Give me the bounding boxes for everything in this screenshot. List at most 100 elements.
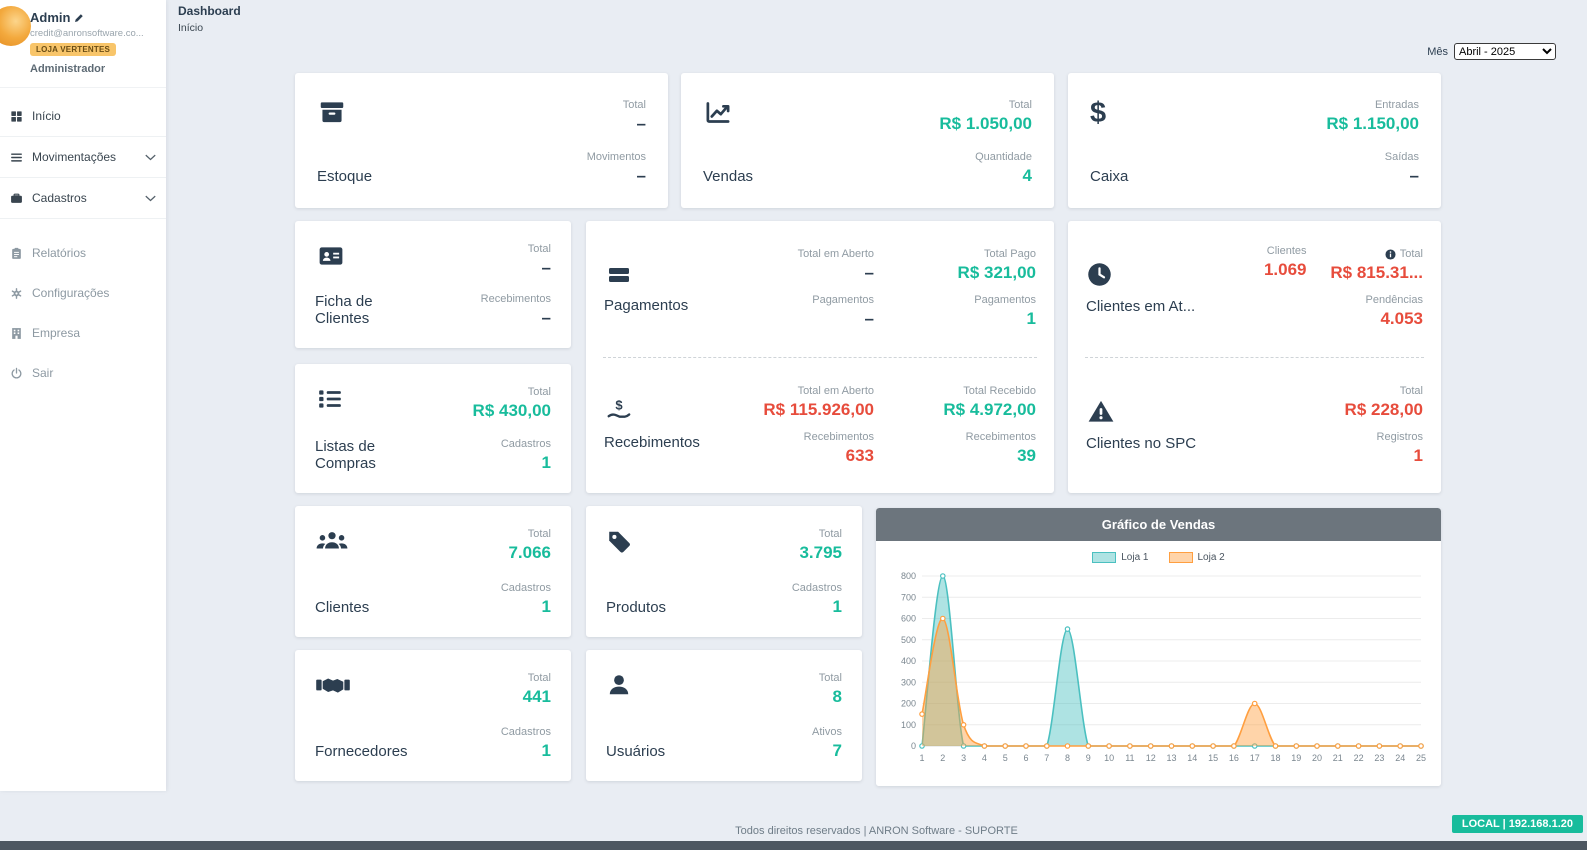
legend-item-loja2[interactable]: Loja 2 [1169, 552, 1225, 563]
stat-label-text: Total [1400, 248, 1423, 260]
stat-label: Total Pago [888, 248, 1036, 260]
clientes-atraso-section: Clientes em At... Clientes 1.069 Total R… [1068, 221, 1441, 357]
stat-label: Total [481, 243, 551, 255]
svg-text:25: 25 [1416, 753, 1426, 763]
edit-profile-icon[interactable] [74, 13, 84, 23]
footer-copyright: Todos direitos reservados | ANRON Softwa… [166, 825, 1587, 837]
stat-label: Total em Aberto [726, 385, 874, 397]
card-caixa: $ Caixa Entradas R$ 1.150,00 Saídas – [1068, 73, 1441, 208]
stat-value: 3.795 [792, 543, 842, 563]
stat-value: R$ 1.050,00 [939, 114, 1032, 134]
stat-value: 7 [812, 741, 842, 761]
month-picker: Mês Abril - 2025 [1427, 43, 1556, 60]
sidebar-item-movimentacoes[interactable]: Movimentações [0, 137, 166, 177]
page-title: Dashboard [178, 4, 241, 18]
user-email: credit@anronsoftware.co... [30, 28, 160, 39]
card-usuarios: Usuários Total 8 Ativos 7 [586, 650, 862, 781]
svg-text:2: 2 [940, 753, 945, 763]
card-pagamentos-recebimentos: Pagamentos Total em Aberto – Pagamentos … [586, 221, 1054, 493]
sidebar-item-label: Empresa [32, 326, 80, 340]
sidebar-item-label: Relatórios [32, 246, 86, 260]
stat-value: 441 [501, 687, 551, 707]
legend-item-loja1[interactable]: Loja 1 [1092, 552, 1148, 563]
chart-title: Gráfico de Vendas [876, 508, 1441, 541]
pagamentos-section: Pagamentos Total em Aberto – Pagamentos … [586, 221, 1054, 357]
stat-label: Total [501, 528, 551, 540]
user-name: Admin [30, 10, 70, 25]
card-title: Vendas [703, 169, 753, 186]
stat-value: R$ 1.150,00 [1326, 114, 1419, 134]
stat-label: Recebimentos [888, 431, 1036, 443]
sidebar-item-cadastros[interactable]: Cadastros [0, 177, 166, 218]
page-header: Dashboard Início [178, 4, 241, 34]
bottom-bar [0, 841, 1587, 850]
stat-label: Cadastros [473, 438, 551, 450]
building-icon [10, 327, 23, 340]
stat-label: Cadastros [501, 582, 551, 594]
stat-value: R$ 815.31... [1321, 263, 1424, 283]
svg-text:300: 300 [901, 677, 916, 687]
avatar [0, 6, 31, 46]
sidebar-item-configuracoes[interactable]: Configurações [0, 273, 166, 313]
svg-text:12: 12 [1146, 753, 1156, 763]
month-select[interactable]: Abril - 2025 [1454, 43, 1556, 60]
svg-text:5: 5 [1003, 753, 1008, 763]
chevron-down-icon [145, 191, 156, 205]
stat-value: – [726, 263, 874, 283]
stat-label: Recebimentos [726, 431, 874, 443]
card-produtos: Produtos Total 3.795 Cadastros 1 [586, 506, 862, 637]
clock-icon [1086, 261, 1204, 288]
stat-label: Ativos [812, 726, 842, 738]
sidebar-item-label: Sair [32, 366, 53, 380]
stat-label: Recebimentos [481, 293, 551, 305]
svg-text:1: 1 [919, 753, 924, 763]
user-icon [606, 672, 665, 698]
warning-triangle-icon [1086, 398, 1204, 425]
card-title: Caixa [1090, 169, 1128, 186]
grid-icon [10, 110, 23, 123]
stat-label: Cadastros [501, 726, 551, 738]
sidebar-item-sair[interactable]: Sair [0, 353, 166, 393]
sidebar-item-relatorios[interactable]: Relatórios [0, 233, 166, 273]
power-icon [10, 367, 23, 380]
stat-label: Total [939, 99, 1032, 111]
breadcrumb: Início [178, 22, 241, 34]
card-title: Clientes [315, 600, 369, 617]
recebimentos-section: $ Recebimentos Total em Aberto R$ 115.92… [586, 358, 1054, 494]
store-badge: LOJA VERTENTES [30, 43, 116, 56]
stat-value: R$ 4.972,00 [888, 400, 1036, 420]
svg-text:17: 17 [1250, 753, 1260, 763]
svg-text:7: 7 [1044, 753, 1049, 763]
sidebar-item-empresa[interactable]: Empresa [0, 313, 166, 353]
svg-text:13: 13 [1166, 753, 1176, 763]
stat-label: Total em Aberto [726, 248, 874, 260]
id-card-icon [315, 243, 407, 269]
svg-text:14: 14 [1187, 753, 1197, 763]
stat-value: – [726, 309, 874, 329]
card-title: Pagamentos [604, 298, 726, 315]
briefcase-icon [10, 192, 23, 205]
sales-area-chart: 0100200300400500600700800123456789101112… [886, 568, 1431, 770]
svg-text:$: $ [615, 398, 623, 412]
stat-value: – [587, 114, 646, 134]
svg-text:20: 20 [1312, 753, 1322, 763]
stat-value: – [481, 308, 551, 328]
chevron-down-icon [145, 150, 156, 164]
chart-line-icon [703, 99, 753, 126]
stat-value: – [1326, 166, 1419, 186]
stat-value: 7.066 [501, 543, 551, 563]
svg-text:400: 400 [901, 656, 916, 666]
svg-text:9: 9 [1086, 753, 1091, 763]
svg-text:200: 200 [901, 699, 916, 709]
card-title: Clientes em At... [1086, 299, 1204, 316]
sales-chart-card: Gráfico de Vendas Loja 1 Loja 2 01002003… [876, 508, 1441, 786]
stat-label: Registros [1321, 431, 1424, 443]
svg-text:18: 18 [1270, 753, 1280, 763]
svg-text:23: 23 [1374, 753, 1384, 763]
sidebar-item-inicio[interactable]: Início [0, 96, 166, 136]
stat-value: 1 [473, 453, 551, 473]
svg-text:24: 24 [1395, 753, 1405, 763]
stat-label: Total [1321, 385, 1424, 397]
legend-label: Loja 1 [1121, 552, 1148, 563]
list-lines-icon [10, 151, 23, 164]
